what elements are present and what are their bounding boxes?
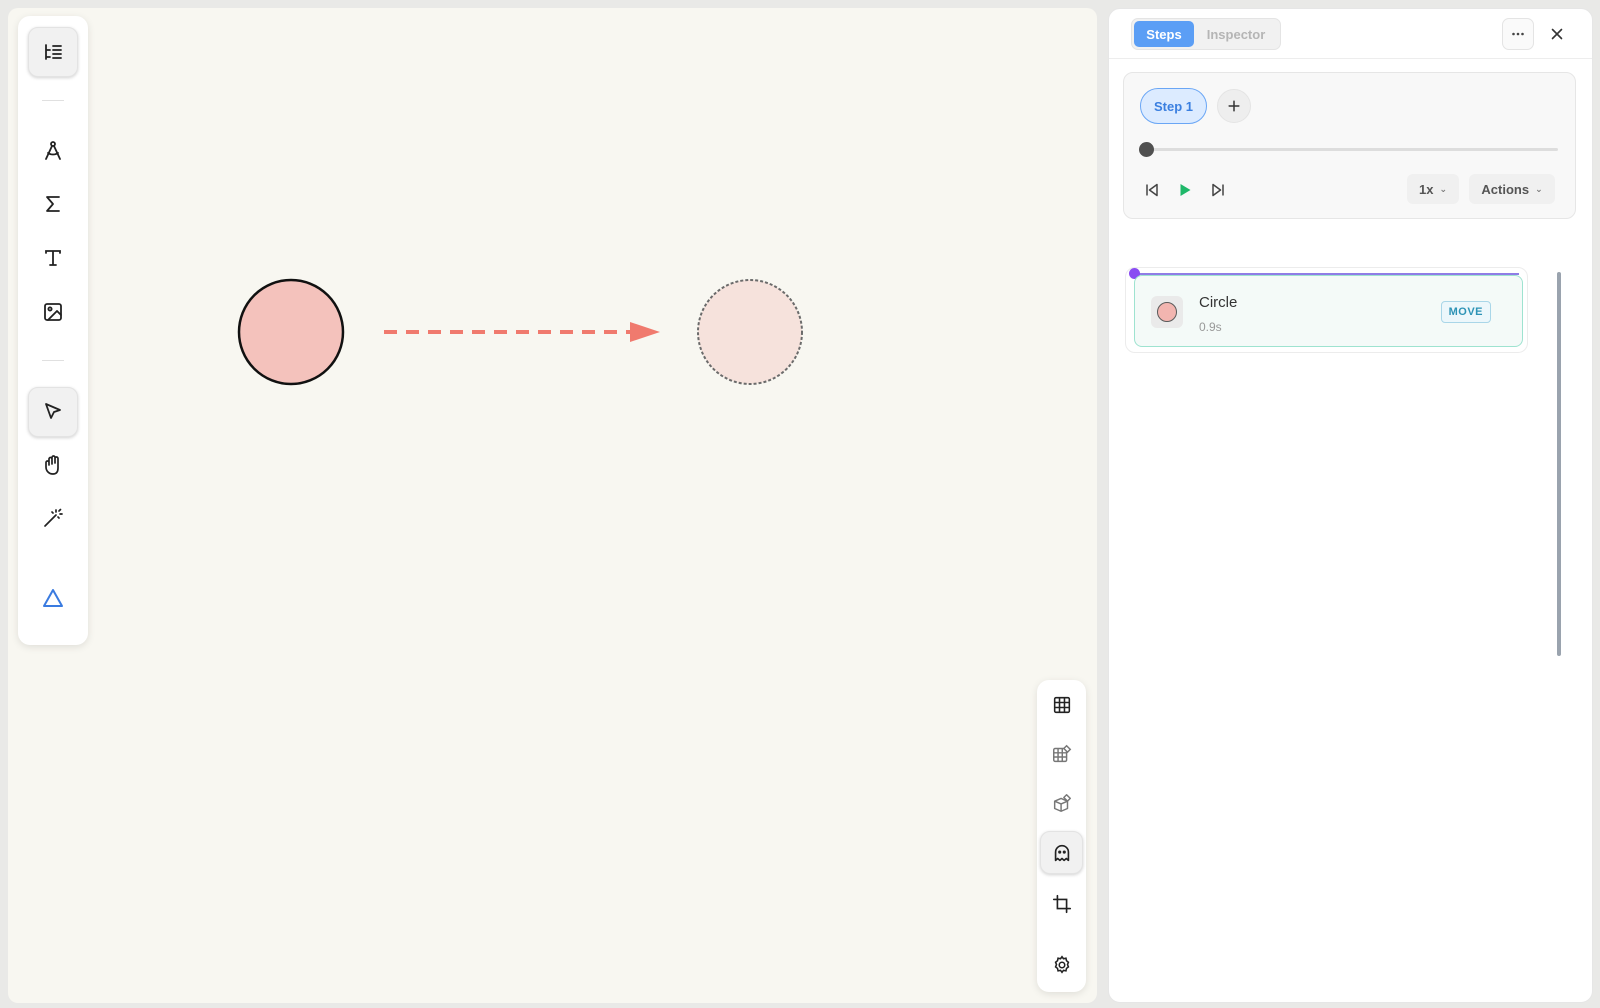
tab-inspector[interactable]: Inspector <box>1194 21 1278 47</box>
grid-icon <box>1053 696 1070 713</box>
hand-icon <box>45 455 59 475</box>
step-timeline: Circle 0.9s MOVE <box>1119 267 1559 657</box>
more-options-button[interactable] <box>1502 18 1534 50</box>
timeline-scrollbar[interactable] <box>1557 272 1561 656</box>
skip-forward-button[interactable] <box>1205 177 1231 203</box>
text-tool-button[interactable] <box>28 233 78 283</box>
pan-tool-button[interactable] <box>28 440 78 490</box>
snap-object-button[interactable] <box>1040 781 1083 824</box>
timeline-item-duration: 0.9s <box>1199 320 1222 334</box>
toolbar-divider <box>42 360 64 361</box>
circle-icon <box>1157 302 1177 322</box>
magic-tool-button[interactable] <box>28 493 78 543</box>
close-icon <box>1551 28 1563 40</box>
skip-back-icon <box>1146 183 1158 197</box>
compass-icon <box>45 141 61 160</box>
canvas[interactable] <box>8 8 1097 1003</box>
cube-snap-icon <box>1053 793 1071 812</box>
image-tool-button[interactable] <box>28 287 78 337</box>
ghost-icon <box>1054 844 1069 861</box>
timeline-item-name: Circle <box>1199 294 1238 311</box>
snap-grid-button[interactable] <box>1040 732 1083 775</box>
actions-dropdown[interactable]: Actions ⌄ <box>1469 174 1555 204</box>
timeline-scrubber-handle[interactable] <box>1139 142 1154 157</box>
playback-speed-select[interactable]: 1x ⌄ <box>1407 174 1459 204</box>
left-toolbar <box>18 16 88 645</box>
outline-list-icon <box>45 44 62 60</box>
formula-tool-button[interactable] <box>28 179 78 229</box>
text-icon <box>45 250 61 266</box>
chevron-down-icon: ⌄ <box>1535 183 1543 194</box>
step-controls-card: Step 1 1x ⌄ Actions ⌄ <box>1123 72 1576 219</box>
toolbar-divider <box>42 100 64 101</box>
grid-snap-icon <box>1052 744 1071 762</box>
circle-object[interactable] <box>237 278 345 386</box>
timeline-item-circle[interactable]: Circle 0.9s MOVE <box>1134 275 1523 347</box>
speed-value: 1x <box>1418 181 1434 197</box>
play-button[interactable] <box>1172 177 1198 203</box>
animation-type-badge: MOVE <box>1440 301 1491 323</box>
steps-panel: Steps Inspector Step 1 1x ⌄ Actions ⌄ Ci… <box>1108 8 1593 1003</box>
shape-tool-button[interactable] <box>28 573 78 623</box>
close-panel-button[interactable] <box>1541 18 1573 50</box>
grid-toggle-button[interactable] <box>1040 683 1083 726</box>
actions-label: Actions <box>1481 181 1530 197</box>
image-icon <box>44 303 62 321</box>
skip-back-button[interactable] <box>1139 177 1165 203</box>
crop-icon <box>1052 894 1071 913</box>
outline-button[interactable] <box>28 27 78 77</box>
circle-thumbnail <box>1151 296 1183 328</box>
pointer-icon <box>45 403 61 419</box>
more-icon <box>1512 32 1524 36</box>
select-tool-button[interactable] <box>28 387 78 437</box>
timeline-scrubber-track[interactable] <box>1146 148 1558 151</box>
panel-header: Steps Inspector <box>1109 9 1592 59</box>
right-toolbar <box>1037 680 1086 992</box>
sigma-icon <box>46 196 60 212</box>
ghost-mode-button[interactable] <box>1040 831 1083 874</box>
chevron-down-icon: ⌄ <box>1439 183 1447 194</box>
triangle-icon <box>43 589 63 607</box>
step-1-pill[interactable]: Step 1 <box>1140 88 1207 124</box>
settings-button[interactable] <box>1040 943 1083 986</box>
panel-tabs: Steps Inspector <box>1131 18 1281 50</box>
settings-icon <box>1054 954 1069 974</box>
tab-steps[interactable]: Steps <box>1134 21 1194 47</box>
motion-arrowhead <box>630 322 660 342</box>
play-icon <box>1180 184 1191 196</box>
magic-wand-icon <box>44 508 63 527</box>
crop-button[interactable] <box>1040 882 1083 925</box>
skip-forward-icon <box>1212 183 1224 197</box>
construct-tool-button[interactable] <box>28 126 78 176</box>
add-step-button[interactable] <box>1217 89 1251 123</box>
canvas-scene <box>237 278 803 386</box>
circle-ghost-target[interactable] <box>697 279 803 385</box>
plus-icon <box>1228 100 1240 112</box>
